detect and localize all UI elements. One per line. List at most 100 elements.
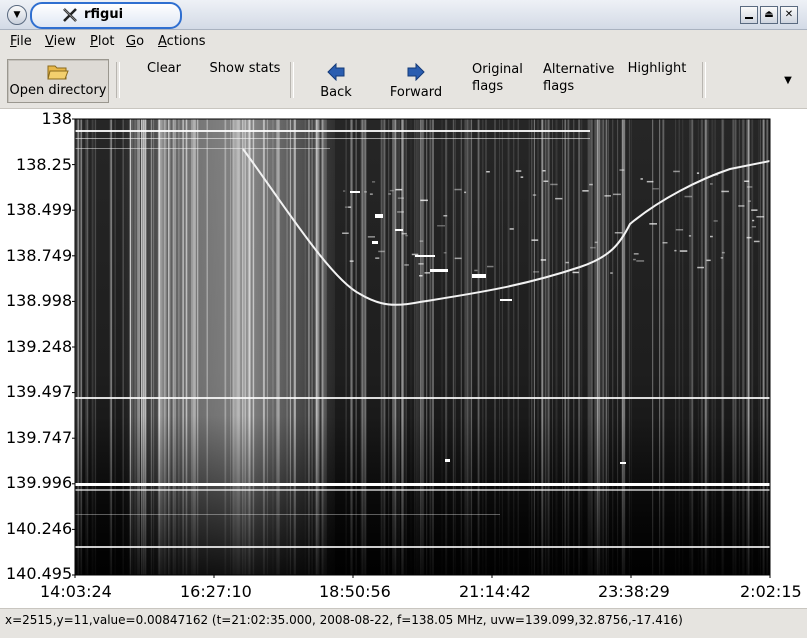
- y-tick-label: 139.747: [6, 428, 73, 447]
- speck: [594, 241, 598, 244]
- speck: [590, 246, 596, 249]
- y-tick-label: 138.499: [6, 200, 73, 219]
- alternative-flags-label-line1: Alternative: [543, 62, 615, 77]
- horizontal-line: [75, 397, 770, 399]
- speck: [443, 215, 448, 217]
- alternative-flags-label-line2: flags: [543, 79, 575, 94]
- speck: [744, 180, 750, 182]
- x-tick-label: 14:03:24: [40, 582, 112, 601]
- speck: [437, 225, 445, 227]
- original-flags-button[interactable]: Original flags: [472, 61, 523, 95]
- speck: [375, 257, 380, 259]
- speck: [619, 169, 625, 171]
- x-app-icon: [63, 8, 77, 22]
- window-menu-button[interactable]: ▼: [7, 5, 27, 25]
- toolbar-separator: [702, 62, 706, 98]
- menu-go-label: o: [136, 34, 145, 49]
- toolbar-overflow-button[interactable]: ▼: [778, 72, 798, 87]
- speck: [614, 232, 623, 234]
- menu-plot-mnemonic: P: [90, 34, 98, 49]
- back-button[interactable]: Back: [308, 62, 364, 102]
- spectrogram-plot[interactable]: [0, 109, 807, 608]
- speck: [713, 220, 718, 222]
- speck: [543, 180, 549, 182]
- speck: [662, 242, 668, 244]
- speck: [509, 228, 514, 230]
- speck: [674, 249, 677, 252]
- horizontal-line: [75, 138, 590, 139]
- minimize-icon: [745, 17, 753, 19]
- speck: [342, 232, 349, 234]
- speck: [610, 272, 613, 274]
- speck: [572, 271, 579, 274]
- speck: [753, 240, 760, 243]
- y-tick-label: 139.497: [6, 382, 73, 401]
- speck: [405, 234, 408, 237]
- speck: [369, 193, 373, 195]
- horizontal-line: [75, 148, 330, 149]
- menu-plot[interactable]: Plot: [90, 34, 115, 49]
- chevron-down-icon: ▼: [13, 10, 21, 20]
- speck: [720, 257, 724, 259]
- speck: [464, 191, 467, 194]
- speck: [415, 255, 435, 257]
- plot-area: 138 138.25 138.499 138.749 138.998 139.2…: [0, 109, 807, 608]
- clear-label: Clear: [147, 61, 181, 76]
- x-tick-label: 23:38:29: [598, 582, 670, 601]
- speck: [613, 193, 621, 196]
- close-icon: ✕: [784, 9, 794, 20]
- speck: [443, 252, 447, 254]
- menu-view[interactable]: View: [45, 34, 76, 49]
- clear-button[interactable]: Clear: [140, 61, 188, 76]
- speck: [688, 235, 692, 237]
- speck: [411, 253, 419, 256]
- speck: [378, 250, 385, 253]
- show-stats-button[interactable]: Show stats: [204, 61, 286, 76]
- y-tick-label: 140.246: [6, 519, 73, 538]
- speck: [684, 195, 693, 198]
- speck: [633, 253, 639, 255]
- speck: [389, 189, 394, 192]
- highlight-button[interactable]: Highlight: [624, 61, 690, 76]
- speck: [515, 170, 522, 172]
- speck: [710, 183, 713, 185]
- speck: [673, 170, 680, 173]
- status-text: x=2515,y=11,value=0.00847162 (t=21:02:35…: [5, 613, 683, 627]
- horizontal-line: [75, 546, 770, 548]
- speck: [372, 181, 376, 183]
- show-stats-label: Show stats: [209, 61, 281, 76]
- speck: [372, 241, 378, 244]
- open-directory-button[interactable]: Open directory: [7, 59, 109, 103]
- x-tick-label: 2:02:15: [740, 582, 802, 601]
- speck: [555, 197, 563, 200]
- speck: [395, 188, 403, 191]
- speck: [364, 191, 367, 193]
- close-button[interactable]: ✕: [780, 6, 798, 24]
- speck: [420, 199, 428, 202]
- status-bar: x=2515,y=11,value=0.00847162 (t=21:02:35…: [0, 608, 807, 638]
- y-tick-label: 138.749: [6, 246, 73, 265]
- alternative-flags-button[interactable]: Alternative flags: [543, 61, 614, 95]
- menu-view-label: iew: [53, 34, 76, 49]
- speck: [706, 259, 711, 262]
- speck: [582, 190, 589, 192]
- speck: [419, 240, 424, 242]
- speck: [721, 251, 725, 254]
- speck: [751, 209, 758, 211]
- speck: [748, 200, 751, 202]
- menu-plot-label: lot: [97, 34, 115, 49]
- speck: [532, 194, 537, 196]
- minimize-button[interactable]: [740, 6, 758, 24]
- y-tick-label: 138.998: [6, 291, 73, 310]
- speck: [424, 272, 430, 274]
- menu-actions-label: ctions: [166, 34, 206, 49]
- maximize-button[interactable]: ⏏: [760, 6, 778, 24]
- speck: [533, 271, 540, 273]
- menu-go[interactable]: Go: [126, 34, 144, 49]
- menu-actions[interactable]: Actions: [158, 34, 206, 49]
- speck: [542, 170, 546, 172]
- menu-bar: File View Plot Go Actions: [0, 30, 807, 52]
- speck: [565, 261, 569, 264]
- forward-button[interactable]: Forward: [384, 62, 448, 102]
- menu-file[interactable]: File: [10, 34, 32, 49]
